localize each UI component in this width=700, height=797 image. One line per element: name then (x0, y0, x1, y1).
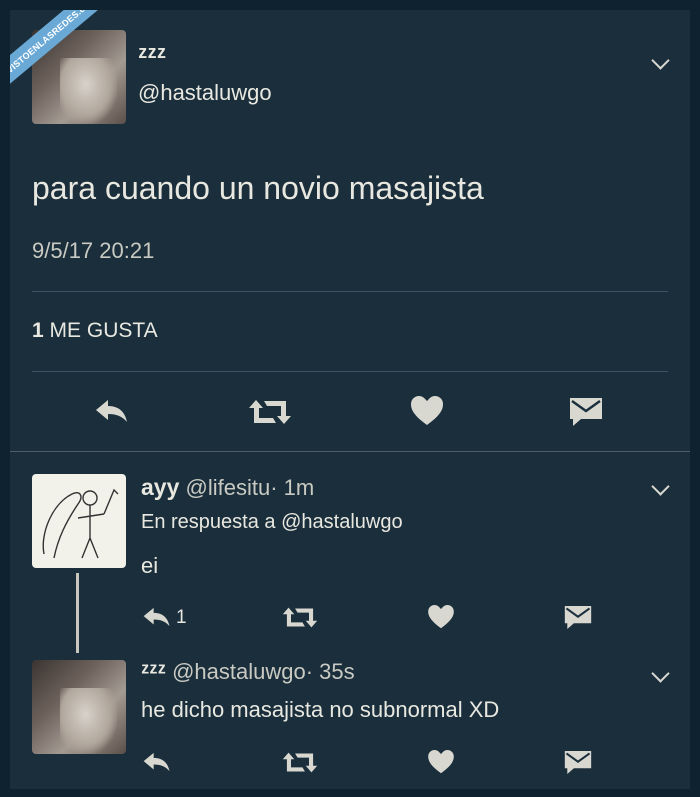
chevron-down-icon[interactable] (651, 664, 670, 683)
user-handle[interactable]: @hastaluwgo (172, 659, 306, 684)
dm-icon[interactable] (564, 750, 592, 775)
dm-icon[interactable] (564, 605, 592, 630)
avatar[interactable] (32, 660, 126, 754)
reply-icon[interactable] (142, 606, 172, 628)
tweet-timestamp: 9/5/17 20:21 (32, 238, 155, 263)
reply-icon[interactable] (142, 751, 172, 773)
dm-icon[interactable] (569, 397, 603, 427)
reply-time: · 35s (305, 659, 355, 684)
chevron-down-icon[interactable] (651, 477, 670, 496)
retweet-icon[interactable] (282, 751, 318, 774)
reply-count: 1 (176, 607, 187, 628)
display-name: ᶻᶻᶻ (141, 658, 166, 684)
display-name: ᶻᶻᶻ (138, 40, 167, 70)
likes-count: 1 (32, 319, 44, 342)
like-icon[interactable] (411, 396, 443, 426)
like-icon[interactable] (428, 750, 454, 774)
likes-stat[interactable]: 1 ME GUSTA (32, 319, 158, 343)
likes-label: ME GUSTA (49, 319, 158, 342)
display-name: ayy (141, 474, 180, 500)
thread-line (76, 573, 79, 653)
tweet-detail-view: VISTOENLASREDES.com ᶻᶻᶻ @hastaluwgo para… (10, 10, 690, 789)
reply-time: · 1m (270, 475, 315, 500)
user-handle[interactable]: @lifesitu (186, 475, 271, 500)
reply-text: he dicho masajista no subnormal XD (141, 697, 500, 722)
divider (32, 371, 668, 372)
retweet-icon[interactable] (248, 398, 292, 426)
reply-header: ayy @lifesitu· 1m (141, 474, 314, 501)
avatar[interactable] (32, 474, 126, 568)
reply-header: ᶻᶻᶻ @hastaluwgo· 35s (141, 658, 355, 685)
tweet-text: para cuando un novio masajista (32, 170, 484, 206)
in-reply-to[interactable]: En respuesta a @hastaluwgo (141, 511, 403, 534)
like-icon[interactable] (428, 605, 454, 629)
reply-icon[interactable] (94, 398, 130, 424)
retweet-icon[interactable] (282, 606, 318, 629)
reply-text: ei (141, 553, 159, 578)
user-handle[interactable]: @hastaluwgo (138, 80, 272, 106)
section-divider (10, 451, 690, 452)
divider (32, 291, 668, 292)
chevron-down-icon[interactable] (651, 51, 670, 70)
